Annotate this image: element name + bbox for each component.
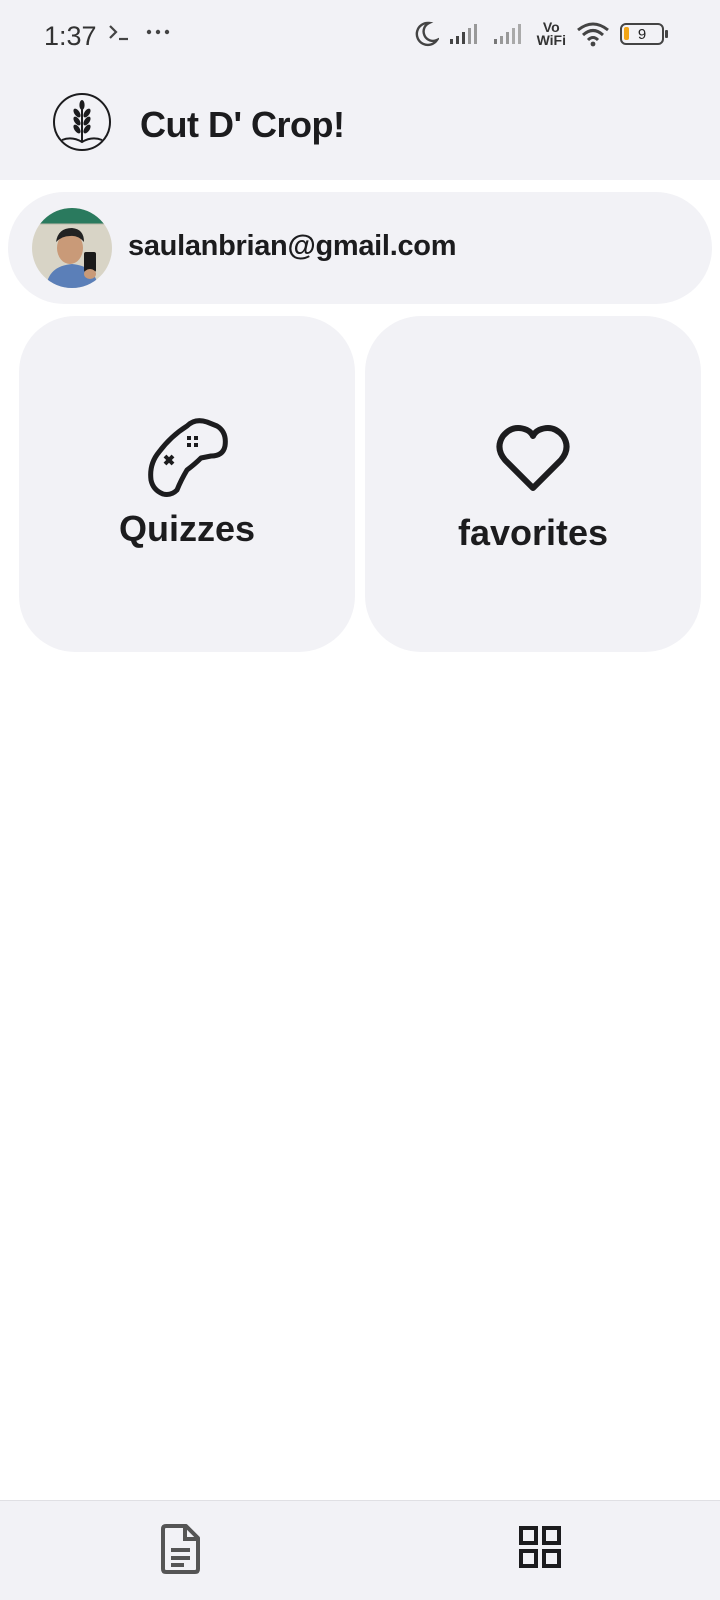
more-dots-icon xyxy=(146,29,170,35)
wifi-icon xyxy=(577,22,609,47)
avatar xyxy=(32,208,112,288)
app-title: Cut D' Crop! xyxy=(140,104,345,145)
signal-icon xyxy=(493,24,521,44)
heart-icon xyxy=(496,425,570,491)
vowifi-bottom-label: WiFi xyxy=(536,32,566,48)
battery-icon: 9 xyxy=(620,23,668,45)
favorites-tile[interactable]: favorites xyxy=(365,316,701,652)
wheat-logo-icon xyxy=(53,93,111,151)
gamepad-icon xyxy=(148,418,228,497)
quizzes-label: Quizzes xyxy=(118,508,256,549)
profile-email: saulanbrian@gmail.com xyxy=(128,230,457,262)
battery-level-fill xyxy=(624,27,629,40)
status-time: 1:37 xyxy=(44,21,97,51)
quizzes-tile[interactable]: Quizzes xyxy=(19,316,355,652)
document-icon[interactable] xyxy=(158,1523,204,1575)
moon-icon xyxy=(415,21,439,47)
profile-card[interactable]: saulanbrian@gmail.com xyxy=(8,192,712,304)
app-header: Cut D' Crop! xyxy=(0,76,720,180)
favorites-label: favorites xyxy=(457,512,609,553)
status-bar: 1:37 Vo WiFi 9 xyxy=(0,0,720,76)
battery-level: 9 xyxy=(637,25,647,43)
terminal-icon xyxy=(109,25,128,41)
bottom-nav xyxy=(0,1500,720,1600)
status-left-icons xyxy=(108,22,170,42)
signal-icon xyxy=(449,24,477,44)
grid-icon[interactable] xyxy=(518,1525,562,1569)
vowifi-icon: Vo WiFi xyxy=(536,20,566,48)
status-right-icons: Vo WiFi 9 xyxy=(413,20,668,48)
